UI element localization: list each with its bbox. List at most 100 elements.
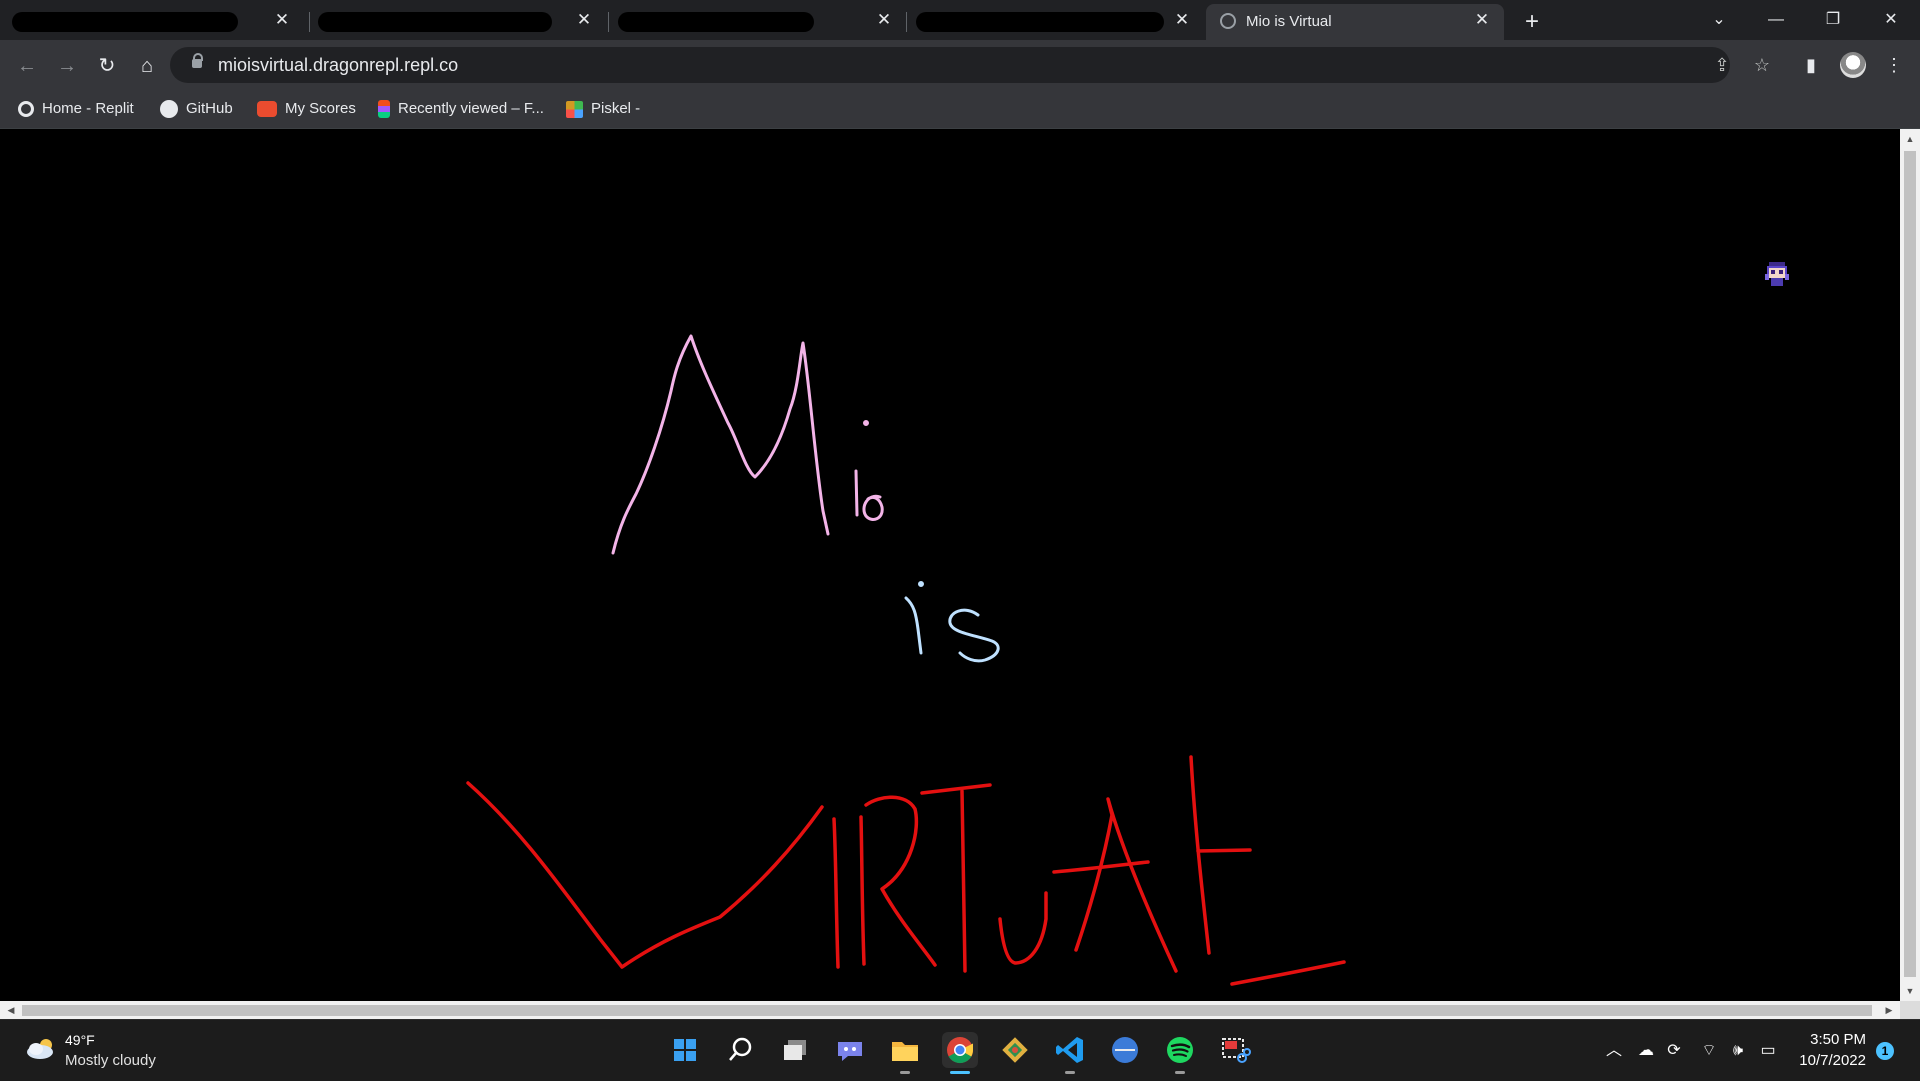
cloudy-weather-icon[interactable] [24,1036,58,1060]
onedrive-cloud-icon[interactable]: ☁ [1635,1040,1657,1062]
drawing-word-virtual [466,755,1346,986]
running-indicator [1175,1071,1185,1074]
close-icon[interactable]: ✕ [272,10,292,30]
bookmark-github[interactable]: GitHub [160,99,233,119]
drawing-word-mio [611,334,884,555]
tab-1[interactable]: ✕ [4,4,304,40]
share-icon[interactable]: ⇪ [1708,51,1736,79]
scroll-down-arrow-icon[interactable]: ▼ [1900,983,1920,999]
notification-badge[interactable]: 1 [1876,1042,1894,1060]
menu-kebab-icon[interactable]: ⋮ [1880,51,1908,79]
reload-button[interactable]: ↻ [93,52,121,80]
letter-I-stroke [832,817,840,969]
new-tab-button[interactable]: + [1518,8,1546,36]
letter-i-stroke [904,596,923,655]
file-explorer-icon[interactable] [887,1032,923,1074]
letter-U-stroke [998,891,1048,965]
bookmark-label: Piskel - [591,100,641,118]
letter-T-stem [960,789,967,973]
home-button[interactable]: ⌂ [133,52,161,80]
letter-s-stroke [948,608,1000,663]
letter-L-crossbar [1196,848,1252,853]
github-icon [160,100,178,119]
scroll-right-arrow-icon[interactable]: ▶ [1880,1001,1898,1019]
battery-icon[interactable]: ▭ [1757,1040,1779,1062]
lock-icon[interactable] [192,53,203,68]
app-icon[interactable] [1107,1032,1143,1068]
tab-3[interactable]: ✕ [610,4,906,40]
chrome-icon[interactable] [942,1032,978,1074]
letter-M-stroke [611,334,830,555]
side-panel-icon[interactable]: ▮ [1797,51,1825,79]
figma-icon [378,100,390,119]
volume-icon[interactable]: 🕪 [1727,1040,1749,1062]
tab-search-chevron-icon[interactable]: ⌄ [1705,6,1733,34]
pixel-character-sprite [1765,262,1789,286]
redacted-tab-title [318,12,552,32]
redacted-tab-title [618,12,814,32]
snipping-tool-icon[interactable] [1217,1032,1253,1068]
bookmark-home-replit[interactable]: Home - Replit [18,99,134,119]
active-indicator [950,1071,970,1074]
windows-start-icon[interactable] [667,1032,703,1068]
globe-icon [1220,13,1236,29]
bookmark-label: My Scores [285,100,356,118]
horizontal-scroll-thumb[interactable] [22,1005,1872,1016]
letter-R-stem [859,815,866,966]
windows-taskbar: 49°F Mostly cloudy ︿ ☁ ⟳ ⌔ 🕪 ▭ 3:50 PM 1… [0,1019,1920,1081]
back-button[interactable]: ← [13,52,41,80]
vscode-icon[interactable] [1052,1032,1088,1074]
wifi-icon[interactable]: ⌔ [1698,1040,1720,1062]
close-icon[interactable]: ✕ [874,10,894,30]
weather-temperature[interactable]: 49°F [65,1032,95,1048]
vertical-scrollbar[interactable]: ▲ ▼ [1900,129,1920,1001]
tab-title: Mio is Virtual [1246,13,1332,30]
search-icon[interactable] [722,1032,758,1068]
restore-button[interactable]: ❐ [1819,6,1847,34]
close-window-button[interactable]: ✕ [1877,6,1905,34]
bookmark-star-icon[interactable]: ☆ [1748,51,1776,79]
bookmark-piskel[interactable]: Piskel - [566,99,640,119]
weather-condition[interactable]: Mostly cloudy [65,1052,156,1069]
profile-avatar[interactable] [1840,52,1866,78]
minimize-button[interactable]: — [1762,6,1790,34]
piskel-icon [566,100,583,118]
letter-T-bar [920,783,992,795]
letter-A-stroke [1074,797,1178,973]
letter-V-stroke [466,781,824,969]
close-icon[interactable]: ✕ [1472,10,1492,30]
letter-i-dot [918,581,924,587]
sync-icon[interactable]: ⟳ [1663,1040,1685,1062]
scores-icon [257,101,277,118]
task-view-icon[interactable] [777,1032,813,1068]
forward-button[interactable]: → [53,52,81,80]
tab-4[interactable]: ✕ [908,4,1204,40]
bookmarks-bar: Home - Replit GitHub My Scores Recently … [0,90,1920,129]
bookmark-label: Recently viewed – F... [398,100,544,118]
scroll-up-arrow-icon[interactable]: ▲ [1900,131,1920,147]
hand-drawn-canvas[interactable] [0,129,1900,1001]
bookmark-my-scores[interactable]: My Scores [257,99,356,119]
letter-i-dot [863,420,869,426]
address-bar[interactable]: mioisvirtual.dragonrepl.repl.co ⇪ ☆ [170,47,1770,83]
close-icon[interactable]: ✕ [1172,10,1192,30]
bookmark-recently-viewed[interactable]: Recently viewed – F... [378,99,544,119]
git-icon[interactable] [997,1032,1033,1068]
address-text[interactable]: mioisvirtual.dragonrepl.repl.co [218,55,458,76]
tab-active[interactable]: Mio is Virtual ✕ [1206,4,1504,40]
clock-time[interactable]: 3:50 PM [1790,1031,1866,1048]
letter-L-stem [1189,755,1211,955]
tab-2[interactable]: ✕ [310,4,606,40]
browser-toolbar: ← → ↻ ⌂ mioisvirtual.dragonrepl.repl.co … [0,40,1920,90]
spotify-icon[interactable] [1162,1032,1198,1074]
vertical-scroll-thumb[interactable] [1904,151,1916,977]
teams-chat-icon[interactable] [832,1032,868,1068]
show-hidden-icons-chevron-icon[interactable]: ︿ [1603,1040,1625,1062]
clock-date[interactable]: 10/7/2022 [1790,1052,1866,1069]
close-icon[interactable]: ✕ [574,10,594,30]
letter-L-base [1230,960,1346,986]
horizontal-scrollbar[interactable]: ◀ ▶ [0,1001,1920,1019]
page-content [0,129,1900,1001]
scroll-left-arrow-icon[interactable]: ◀ [2,1001,20,1019]
letter-o-stroke [862,494,884,521]
